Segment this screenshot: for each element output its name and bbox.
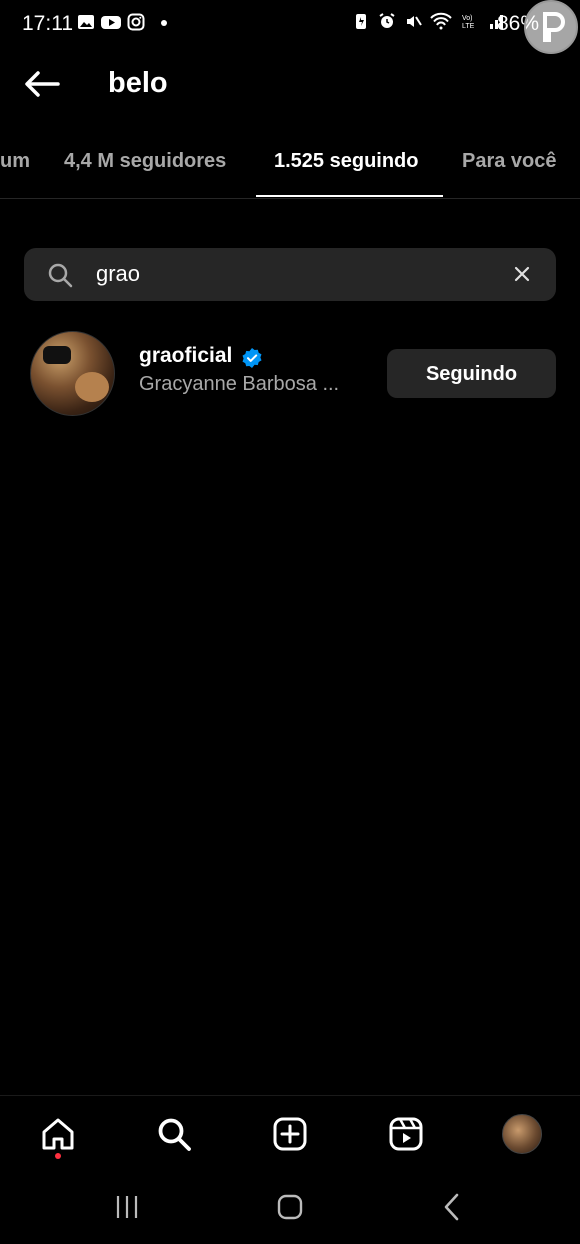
tab-following[interactable]: 1.525 seguindo [274, 150, 419, 173]
bottom-nav [0, 1095, 580, 1174]
instagram-icon [127, 13, 145, 31]
volte-icon: Vo)LTE [462, 15, 475, 30]
dot-icon [161, 20, 167, 26]
tab-mutual[interactable]: um [0, 150, 30, 173]
svg-text:LTE: LTE [462, 23, 475, 30]
reels-icon[interactable] [388, 1116, 424, 1152]
svg-text:Vo): Vo) [462, 15, 473, 22]
status-time: 17:11 [22, 12, 73, 35]
profile-header: belo [0, 52, 580, 116]
home-button-icon[interactable] [275, 1192, 305, 1222]
alarm-icon [379, 13, 395, 28]
close-icon[interactable] [511, 263, 533, 285]
battery-saver-icon [356, 14, 366, 29]
username[interactable]: graoficial [139, 344, 232, 368]
notification-dot [55, 1153, 61, 1159]
system-nav-bar [0, 1176, 580, 1244]
tab-followers[interactable]: 4,4 M seguidores [64, 150, 226, 173]
status-left-icons [77, 13, 173, 31]
following-button[interactable]: Seguindo [387, 349, 556, 398]
active-tab-indicator [256, 195, 443, 197]
tab-for-you[interactable]: Para você [462, 150, 557, 173]
gallery-icon [78, 15, 94, 29]
search-icon [48, 263, 73, 288]
status-right-icons: Vo) LTE [352, 12, 506, 30]
recent-apps-icon[interactable] [113, 1192, 143, 1222]
status-bar: 17:11 Vo) LTE 86% [0, 0, 580, 54]
profile-avatar[interactable] [502, 1114, 542, 1154]
list-item[interactable]: graoficial Gracyanne Barbosa ... Seguind… [0, 326, 580, 422]
page-title: belo [108, 67, 168, 99]
full-name: Gracyanne Barbosa ... [139, 373, 340, 395]
search-icon[interactable] [156, 1116, 192, 1152]
search-bar[interactable] [24, 248, 556, 301]
search-input[interactable] [96, 256, 496, 292]
wifi-icon [430, 12, 452, 30]
verified-badge-icon [242, 348, 262, 368]
avatar[interactable] [30, 331, 115, 416]
home-icon[interactable] [40, 1116, 76, 1152]
create-icon[interactable] [272, 1116, 308, 1152]
youtube-icon [101, 16, 121, 29]
back-arrow-icon[interactable] [22, 66, 62, 102]
back-button-icon[interactable] [438, 1192, 468, 1222]
follow-tabs: um 4,4 M seguidores 1.525 seguindo Para … [0, 130, 580, 199]
mute-icon [407, 16, 422, 27]
watermark-logo [524, 0, 578, 54]
